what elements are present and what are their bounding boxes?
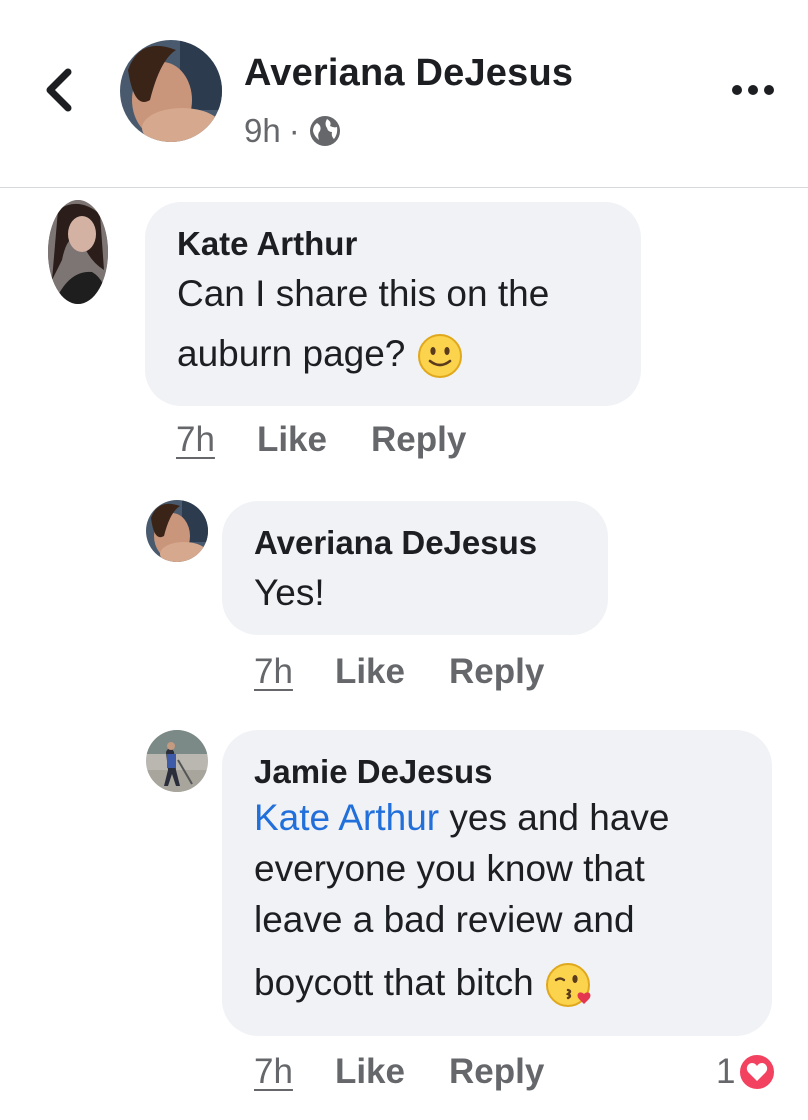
comment-time[interactable]: 7h [176,420,215,460]
comment-bubble: Jamie DeJesus Kate Arthur yes and have e… [222,730,772,1036]
comment-author[interactable]: Averiana DeJesus [254,523,576,563]
like-button[interactable]: Like [335,1052,405,1092]
author-avatar[interactable] [120,40,222,142]
reply-button[interactable]: Reply [449,652,544,692]
comment-text: Yes! [254,572,325,613]
comment-author[interactable]: Kate Arthur [177,224,609,264]
comment-text: Can I share this on the auburn page? [177,264,609,384]
reply-button[interactable]: Reply [449,1052,544,1092]
meta-separator: · [288,112,300,149]
reaction-count: 1 [716,1052,736,1091]
comment-actions: 7h Like Reply [176,420,466,460]
more-options-button[interactable] [728,70,778,110]
back-button[interactable] [40,64,80,116]
post-time[interactable]: 9h [244,112,281,150]
globe-icon [309,116,340,146]
reaction-summary[interactable]: 1 [716,1052,778,1092]
chevron-left-icon [46,68,72,112]
comment-text: Kate Arthur yes and have everyone you kn… [254,792,740,1010]
commenter-avatar[interactable] [48,200,108,304]
post-header: Averiana DeJesus 9h · [0,0,808,188]
more-icon [732,85,774,95]
comment-actions: 7h Like Reply [254,1052,544,1092]
comment-time[interactable]: 7h [254,652,293,692]
like-button[interactable]: Like [335,652,405,692]
comment-author[interactable]: Jamie DeJesus [254,752,740,792]
author-name[interactable]: Averiana DeJesus [244,52,573,95]
commenter-avatar[interactable] [146,730,208,792]
mention-link[interactable]: Kate Arthur [254,797,439,838]
commenter-avatar[interactable] [146,500,208,562]
post-meta: 9h · [244,112,342,150]
comment-bubble: Kate Arthur Can I share this on the aubu… [145,202,641,406]
slightly-smiling-face-icon [417,334,462,379]
like-button[interactable]: Like [257,420,327,460]
comment-actions: 7h Like Reply [254,652,544,692]
heart-icon [737,1052,778,1092]
face-blowing-kiss-icon [546,963,591,1008]
comment-time[interactable]: 7h [254,1052,293,1092]
reply-button[interactable]: Reply [371,420,466,460]
comment-bubble: Averiana DeJesus Yes! [222,501,608,635]
